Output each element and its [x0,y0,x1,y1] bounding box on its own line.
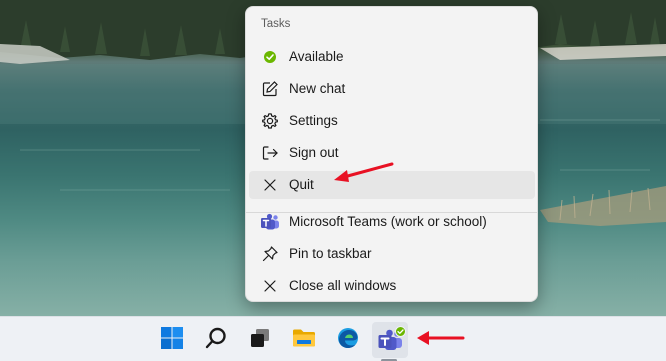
teams-jump-list-menu: Tasks Available New chat Settings Sign o… [245,6,538,302]
menu-item-new-chat[interactable]: New chat [249,75,535,103]
teams-taskbar-button[interactable] [372,322,408,358]
menu-header-tasks: Tasks [261,18,291,30]
task-view-button[interactable] [242,322,278,358]
sign-out-icon [260,143,280,163]
edge-icon [336,326,360,355]
gear-icon [260,111,280,131]
menu-item-label: Pin to taskbar [289,246,372,261]
new-chat-icon [260,79,280,99]
menu-item-open-teams[interactable]: Microsoft Teams (work or school) [249,208,535,236]
menu-item-label: Close all windows [289,278,397,293]
folder-icon [291,326,317,355]
menu-item-label: Settings [289,113,338,128]
close-icon [260,276,280,296]
file-explorer-button[interactable] [286,322,322,358]
close-icon [260,175,280,195]
pin-icon [260,244,280,264]
menu-item-label: New chat [289,81,346,96]
red-arrow-to-quit [334,162,394,182]
menu-item-label: Quit [289,177,314,192]
teams-icon [377,326,406,352]
available-status-icon [395,324,406,342]
teams-icon [260,212,280,232]
red-arrow-to-teams-taskbar-icon [417,331,465,345]
edge-button[interactable] [330,322,366,358]
menu-item-pin-to-taskbar[interactable]: Pin to taskbar [249,240,535,268]
menu-item-close-all-windows[interactable]: Close all windows [249,272,535,300]
menu-item-label: Sign out [289,145,339,160]
task-view-icon [248,326,272,355]
search-button[interactable] [198,322,234,358]
taskbar [0,316,666,361]
available-status-icon [260,47,280,67]
windows-start-icon [160,326,184,355]
menu-item-available[interactable]: Available [249,43,535,71]
menu-item-settings[interactable]: Settings [249,107,535,135]
search-icon [204,326,228,355]
start-button[interactable] [154,322,190,358]
menu-item-label: Microsoft Teams (work or school) [289,214,487,229]
menu-item-label: Available [289,49,344,64]
